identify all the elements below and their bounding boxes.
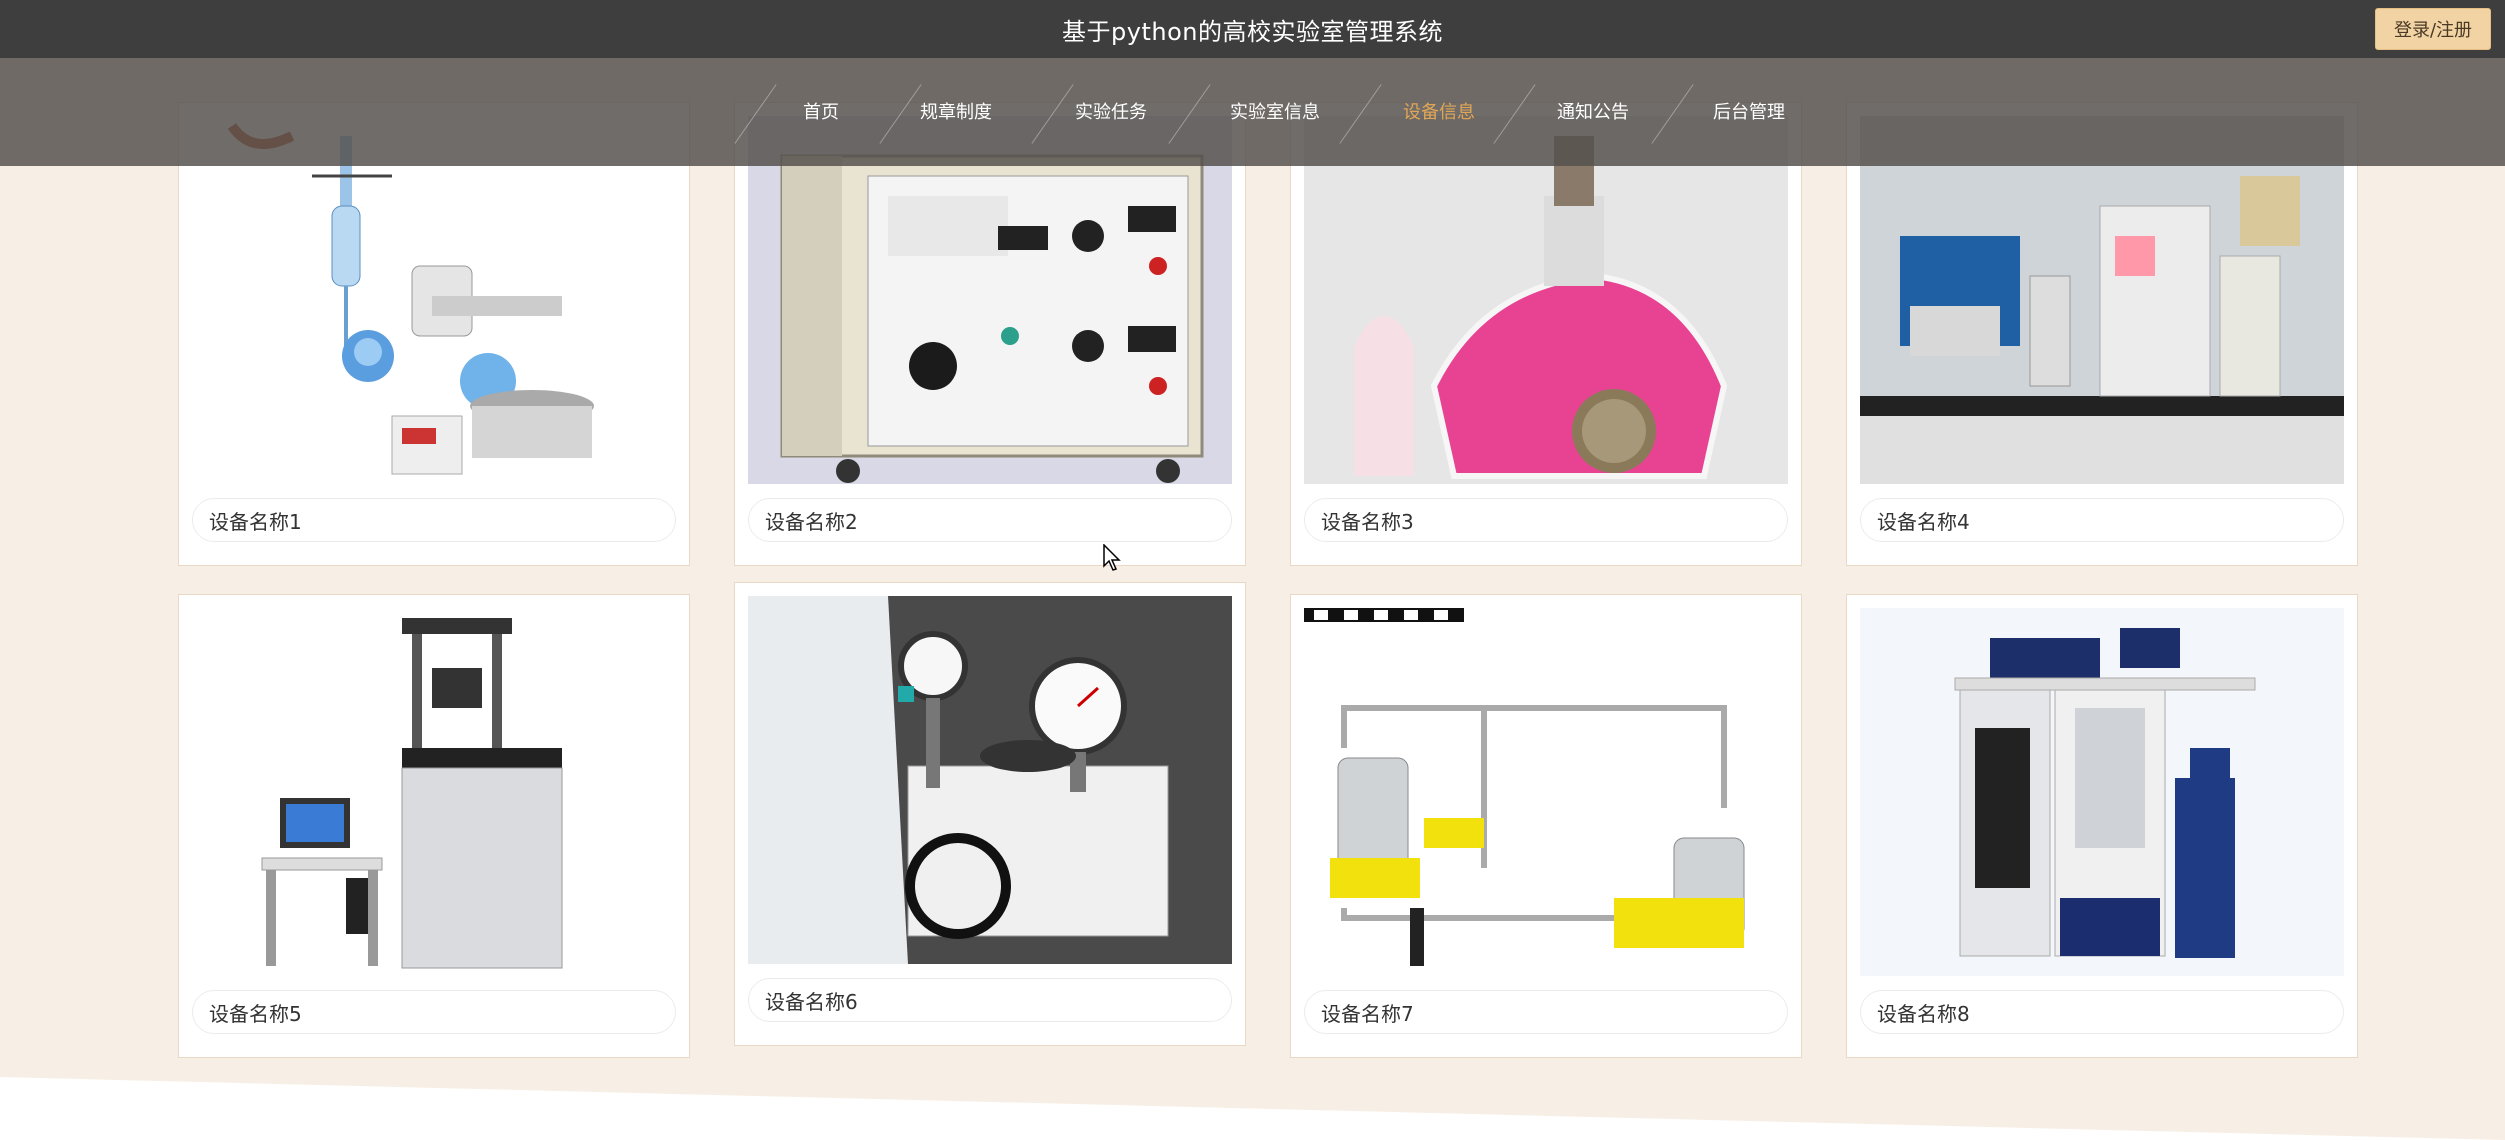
equipment-image-3 (1304, 116, 1788, 484)
equipment-name-5: 设备名称5 (192, 990, 676, 1034)
equipment-card-1[interactable]: 设备名称1 (178, 102, 690, 566)
mouse-cursor-icon (1103, 544, 1121, 571)
equipment-image-4 (1860, 116, 2344, 484)
nav-separator (1651, 84, 1694, 144)
equipment-image-7 (1304, 608, 1788, 976)
equipment-image-8 (1860, 608, 2344, 976)
equipment-image-2 (748, 116, 1232, 484)
site-title: 基于python的高校实验室管理系统 (1062, 17, 1443, 46)
nav-item-announcements[interactable]: 通知公告 (1557, 98, 1629, 128)
nav-item-home[interactable]: 首页 (803, 98, 839, 128)
nav-separator (879, 84, 922, 144)
equipment-card-5[interactable]: 设备名称5 (178, 594, 690, 1058)
main-nav: 首页 规章制度 实验任务 实验室信息 设备信息 通知公告 后台管理 (0, 58, 2505, 166)
equipment-card-8[interactable]: 设备名称8 (1846, 594, 2358, 1058)
equipment-card-3[interactable]: 设备名称3 (1290, 102, 1802, 566)
nav-separator (1168, 84, 1211, 144)
top-bar: 基于python的高校实验室管理系统 登录/注册 (0, 0, 2505, 58)
nav-separator (1031, 84, 1074, 144)
equipment-name-8: 设备名称8 (1860, 990, 2344, 1034)
login-register-button[interactable]: 登录/注册 (2375, 8, 2491, 50)
nav-item-experiment-tasks[interactable]: 实验任务 (1075, 98, 1147, 128)
nav-item-equipment-info[interactable]: 设备信息 (1403, 98, 1475, 128)
equipment-name-7: 设备名称7 (1304, 990, 1788, 1034)
equipment-card-6[interactable]: 设备名称6 (734, 582, 1246, 1046)
nav-separator (1339, 84, 1382, 144)
nav-separator (1493, 84, 1536, 144)
equipment-card-2[interactable]: 设备名称2 (734, 102, 1246, 566)
equipment-card-7[interactable]: 设备名称7 (1290, 594, 1802, 1058)
bottom-decoration (0, 1077, 2505, 1140)
nav-separator (734, 84, 777, 144)
nav-item-lab-info[interactable]: 实验室信息 (1230, 98, 1320, 128)
nav-item-admin[interactable]: 后台管理 (1713, 98, 1785, 128)
equipment-image-6 (748, 596, 1232, 964)
equipment-image-1 (192, 116, 676, 484)
equipment-name-3: 设备名称3 (1304, 498, 1788, 542)
equipment-name-4: 设备名称4 (1860, 498, 2344, 542)
nav-item-regulations[interactable]: 规章制度 (920, 98, 992, 128)
equipment-name-6: 设备名称6 (748, 978, 1232, 1022)
equipment-name-2: 设备名称2 (748, 498, 1232, 542)
equipment-name-1: 设备名称1 (192, 498, 676, 542)
equipment-card-4[interactable]: 设备名称4 (1846, 102, 2358, 566)
equipment-image-5 (192, 608, 676, 976)
